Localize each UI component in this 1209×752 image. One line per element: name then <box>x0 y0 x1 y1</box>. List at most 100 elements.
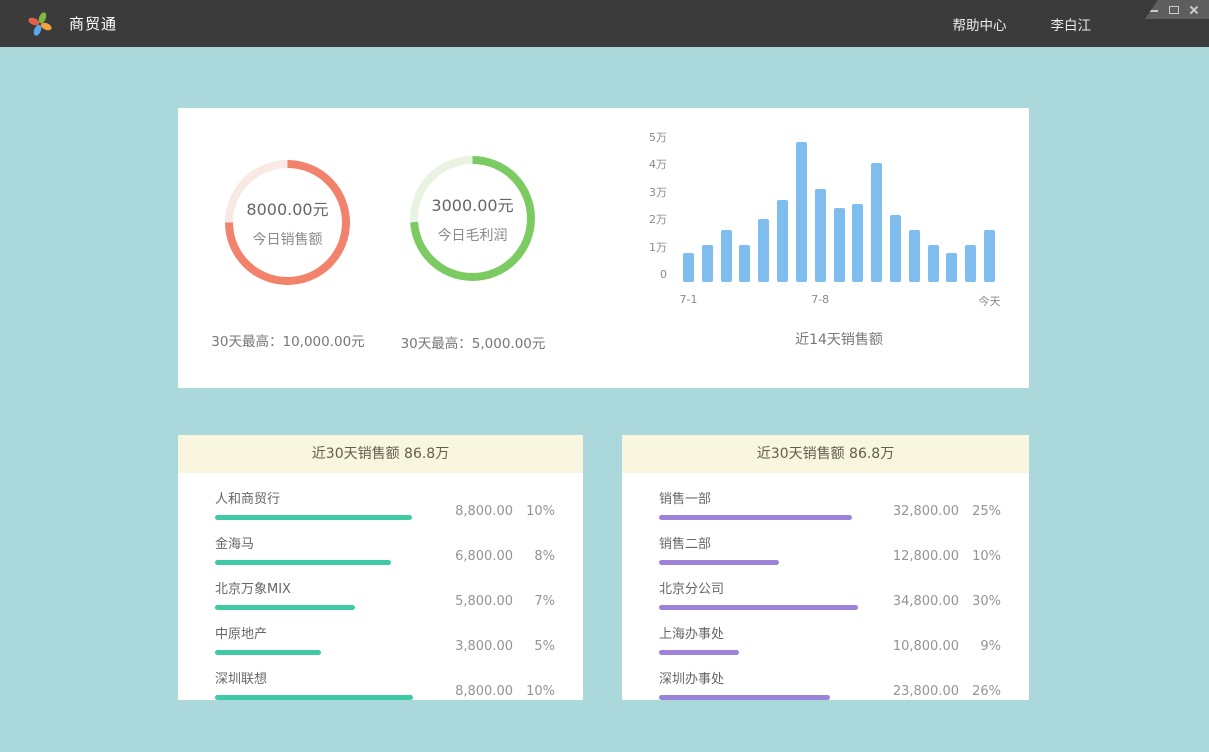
rank-name: 上海办事处 <box>659 623 739 642</box>
today-profit-ring-center: 3000.00元 今日毛利润 <box>418 164 527 273</box>
rank-amount: 34,800.00 <box>871 594 959 609</box>
today-sales-ring: 8000.00元 今日销售额 <box>225 160 350 285</box>
sales-bar-1 <box>683 253 694 282</box>
y-tick-1万: 1万 <box>633 241 667 255</box>
rank-amount: 32,800.00 <box>871 504 959 519</box>
rank-name: 销售一部 <box>659 488 852 507</box>
rank-amount: 6,800.00 <box>425 549 513 564</box>
rank-name: 中原地产 <box>215 623 321 642</box>
sales-bar-3 <box>721 230 732 282</box>
rank-row-left: 北京万象MIX <box>215 578 355 610</box>
rank-name: 人和商贸行 <box>215 488 412 507</box>
user-menu[interactable]: 李白江 <box>1051 14 1092 34</box>
rank-progress-bar <box>659 650 739 655</box>
today-sales-ring-center: 8000.00元 今日销售额 <box>233 168 342 277</box>
rank-row-left: 金海马 <box>215 533 391 565</box>
y-tick-2万: 2万 <box>633 213 667 227</box>
sales-bar-6 <box>777 200 788 282</box>
rank-progress-bar <box>215 695 413 700</box>
rank-values: 23,800.0026% <box>871 684 1001 700</box>
rank-progress-bar <box>215 605 355 610</box>
rank-progress-bar <box>215 560 391 565</box>
rank-percent: 25% <box>959 504 1001 519</box>
today-profit-ring: 3000.00元 今日毛利润 <box>410 156 535 281</box>
rank-amount: 8,800.00 <box>425 504 513 519</box>
sales-bar-8 <box>815 189 826 282</box>
rank-percent: 10% <box>959 549 1001 564</box>
app-title: 商贸通 <box>69 13 117 34</box>
rank-percent: 9% <box>959 639 1001 654</box>
sales-bar-5 <box>758 219 769 282</box>
rank-values: 10,800.009% <box>871 639 1001 655</box>
rank-row: 人和商贸行 8,800.0010% <box>215 488 555 520</box>
sales-bar-plot: 7-17-8今天 <box>683 140 995 282</box>
rank-row-left: 人和商贸行 <box>215 488 412 520</box>
rank-row-left: 上海办事处 <box>659 623 739 655</box>
department-ranking-card: 近30天销售额 86.8万 销售一部 32,800.0025% 销售二部 12,800… <box>622 435 1029 700</box>
rank-row-left: 深圳办事处 <box>659 668 830 700</box>
sales-bar-10 <box>852 204 863 282</box>
rank-row: 金海马 6,800.008% <box>215 533 555 565</box>
sales-bar-7 <box>796 142 807 282</box>
rank-amount: 8,800.00 <box>425 684 513 699</box>
rank-progress-bar <box>215 515 412 520</box>
rank-values: 12,800.0010% <box>871 549 1001 565</box>
rank-name: 北京万象MIX <box>215 578 355 597</box>
sales-bar-4 <box>739 245 750 282</box>
rank-row-left: 深圳联想 <box>215 668 413 700</box>
help-center-link[interactable]: 帮助中心 <box>953 14 1007 34</box>
sales-bar-12 <box>890 215 901 282</box>
customer-ranking-list: 人和商贸行8,800.0010%金海马6,800.008%北京万象MIX5,80… <box>178 473 583 700</box>
rank-values: 32,800.0025% <box>871 504 1001 520</box>
topbar-right: 帮助中心 李白江 <box>953 14 1092 34</box>
rank-row-left: 销售一部 <box>659 488 852 520</box>
today-sales-label: 今日销售额 <box>253 229 323 249</box>
rank-row: 北京分公司34,800.0030% <box>659 578 1001 610</box>
rank-values: 5,800.007% <box>425 594 555 610</box>
rank-amount: 12,800.00 <box>871 549 959 564</box>
sales-bar-13 <box>909 230 920 282</box>
rank-row: 销售二部 12,800.0010% <box>659 533 1001 565</box>
today-profit-max-caption: 30天最高：5,000.00元 <box>363 332 583 352</box>
sales-bar-15 <box>946 253 957 282</box>
sales-bar-11 <box>871 163 882 282</box>
rank-values: 8,800.0010% <box>425 684 555 700</box>
customer-ranking-title: 近30天销售额 86.8万 <box>178 435 583 473</box>
today-sales-value: 8000.00元 <box>246 196 328 220</box>
rank-percent: 10% <box>513 684 555 699</box>
maximize-icon[interactable] <box>1169 5 1179 15</box>
rank-progress-bar <box>659 695 830 700</box>
rank-amount: 10,800.00 <box>871 639 959 654</box>
rank-progress-bar <box>659 560 779 565</box>
y-tick-5万: 5万 <box>633 131 667 145</box>
rank-row: 上海办事处 10,800.009% <box>659 623 1001 655</box>
rank-percent: 26% <box>959 684 1001 699</box>
rank-progress-bar <box>659 605 858 610</box>
rank-row-left: 中原地产 <box>215 623 321 655</box>
rank-name: 金海马 <box>215 533 391 552</box>
y-tick-3万: 3万 <box>633 186 667 200</box>
rank-percent: 8% <box>513 549 555 564</box>
rank-row-left: 北京分公司 <box>659 578 858 610</box>
title-bar: 商贸通 帮助中心 李白江 <box>0 0 1209 47</box>
rank-percent: 5% <box>513 639 555 654</box>
pinwheel-logo-icon <box>26 10 54 38</box>
rank-row-left: 销售二部 <box>659 533 779 565</box>
sales-bar-17 <box>984 230 995 282</box>
sales-chart-title: 近14天销售额 <box>683 329 995 349</box>
rank-percent: 10% <box>513 504 555 519</box>
close-icon[interactable] <box>1189 5 1199 15</box>
rank-progress-bar <box>215 650 321 655</box>
today-overview-card: 8000.00元 今日销售额 30天最高：10,000.00元 3000.00元… <box>178 108 1029 388</box>
rank-amount: 5,800.00 <box>425 594 513 609</box>
department-ranking-title: 近30天销售额 86.8万 <box>622 435 1029 473</box>
rank-values: 8,800.0010% <box>425 504 555 520</box>
y-tick-0: 0 <box>633 268 667 282</box>
rank-values: 3,800.005% <box>425 639 555 655</box>
sales-bar-16 <box>965 245 976 282</box>
y-tick-4万: 4万 <box>633 158 667 172</box>
rank-amount: 3,800.00 <box>425 639 513 654</box>
rank-progress-bar <box>659 515 852 520</box>
x-tick-7-1: 7-1 <box>680 293 698 306</box>
rank-name: 销售二部 <box>659 533 779 552</box>
